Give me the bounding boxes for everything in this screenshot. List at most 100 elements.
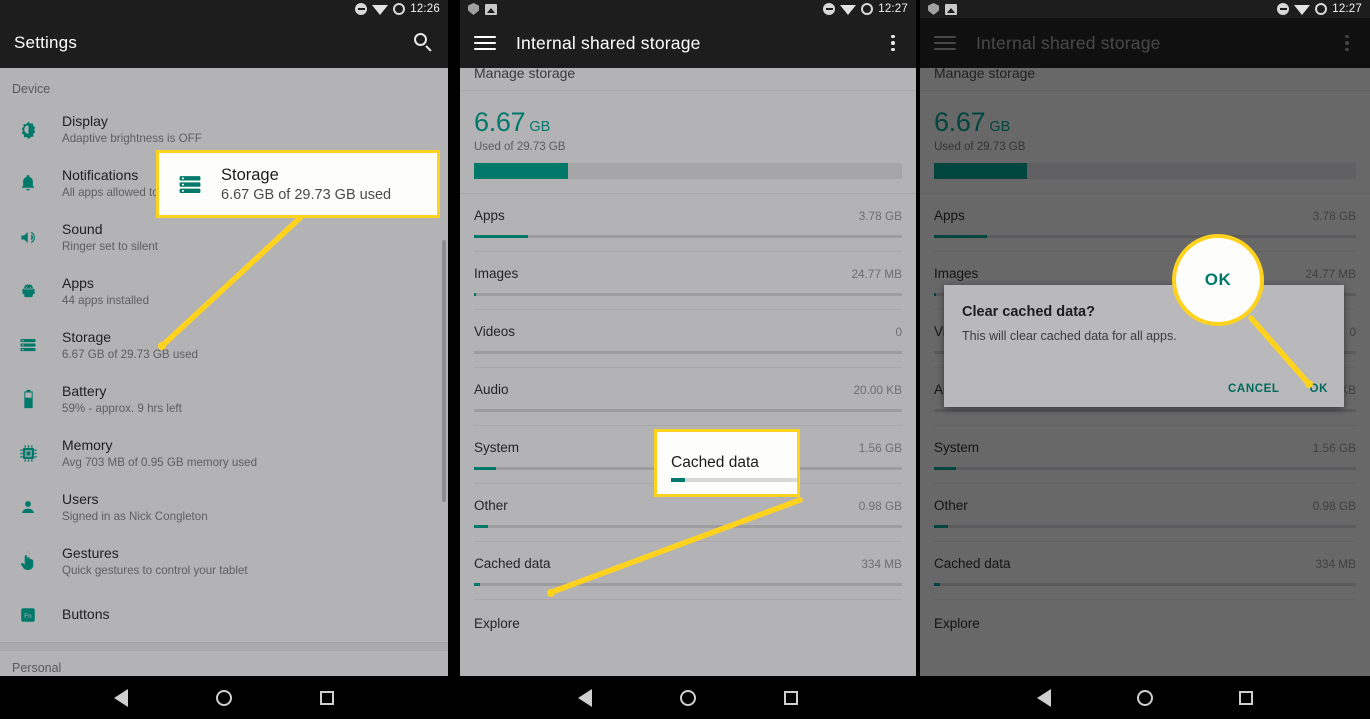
photo-icon <box>945 3 957 15</box>
settings-app-bar: Settings <box>0 18 448 68</box>
item-title: Gestures <box>62 544 119 561</box>
system-navigation-bar <box>460 676 916 719</box>
back-icon[interactable] <box>114 688 128 707</box>
sidebar-item-gestures[interactable]: Gestures Quick gestures to control your … <box>0 534 448 588</box>
item-subtitle: Signed in as Nick Congleton <box>62 510 208 524</box>
sidebar-item-sound[interactable]: Sound Ringer set to silent <box>0 210 448 264</box>
photo-icon <box>485 3 497 15</box>
home-icon[interactable] <box>216 689 232 706</box>
row-value: 24.77 MB <box>851 267 903 281</box>
fn-key-icon: Fn <box>12 606 44 624</box>
row-bar <box>474 235 902 238</box>
row-bar <box>474 293 902 296</box>
row-value: 20.00 KB <box>853 383 902 397</box>
storage-row-audio[interactable]: Audio 20.00 KB <box>460 368 916 426</box>
hamburger-icon[interactable] <box>474 36 496 50</box>
row-value: 3.78 GB <box>858 209 902 223</box>
recents-icon[interactable] <box>320 690 334 705</box>
home-icon[interactable] <box>1137 689 1153 706</box>
page-title: Settings <box>14 33 78 52</box>
callout-subtitle: 6.67 GB of 29.73 GB used <box>221 186 392 203</box>
row-label: Apps <box>474 208 505 223</box>
callout-storage: Storage 6.67 GB of 29.73 GB used <box>156 150 440 218</box>
recents-icon[interactable] <box>784 690 798 705</box>
row-value: 0.98 GB <box>858 499 902 513</box>
item-title: Users <box>62 490 99 507</box>
search-icon[interactable] <box>414 33 434 53</box>
storage-scroll-area[interactable]: Manage storage 6.67 GB Used of 29.73 GB A… <box>460 68 916 676</box>
item-subtitle: Adaptive brightness is OFF <box>62 132 202 146</box>
section-header-device: Device <box>12 82 51 96</box>
status-clock: 12:27 <box>878 3 908 15</box>
row-label: Videos <box>474 324 516 339</box>
row-bar <box>474 525 902 528</box>
item-title: Display <box>62 112 108 129</box>
do-not-disturb-icon <box>823 3 836 15</box>
status-bar: 12:26 <box>0 0 448 18</box>
storage-row-cached-data[interactable]: Cached data 334 MB <box>460 542 916 600</box>
callout-ok: OK <box>1172 234 1264 326</box>
status-bar: 12:27 <box>460 0 916 18</box>
status-clock: 12:27 <box>1332 3 1362 15</box>
svg-text:Fn: Fn <box>24 613 32 620</box>
item-subtitle: Ringer set to silent <box>62 240 159 254</box>
sidebar-item-battery[interactable]: Battery 59% - approx. 9 hrs left <box>0 372 448 426</box>
row-bar <box>474 351 902 354</box>
sidebar-item-buttons[interactable]: Fn Buttons <box>0 588 448 642</box>
brightness-icon <box>12 120 44 139</box>
status-right-icons: 12:27 <box>1277 3 1362 15</box>
wifi-icon <box>372 4 389 15</box>
row-value: 334 MB <box>861 557 902 571</box>
shield-icon <box>468 3 479 15</box>
list-divider <box>0 642 448 650</box>
item-title: Storage <box>62 328 112 345</box>
storage-row-images[interactable]: Images 24.77 MB <box>460 252 916 310</box>
row-label: Other <box>474 498 508 513</box>
dialog-message: This will clear cached data for all apps… <box>962 329 1177 343</box>
storage-app-bar: Internal shared storage <box>460 18 916 68</box>
ok-button[interactable]: OK <box>1310 383 1328 395</box>
recents-icon[interactable] <box>1239 690 1253 705</box>
memory-icon <box>12 444 44 463</box>
storage-panel: 12:27 Internal shared storage Manage sto… <box>460 0 916 719</box>
sidebar-item-storage[interactable]: Storage 6.67 GB of 29.73 GB used <box>0 318 448 372</box>
sidebar-item-memory[interactable]: Memory Avg 703 MB of 0.95 GB memory used <box>0 426 448 480</box>
item-title: Sound <box>62 220 103 237</box>
person-icon <box>12 498 44 516</box>
storage-used-unit: GB <box>529 119 551 135</box>
battery-icon <box>12 389 44 409</box>
storage-row-videos[interactable]: Videos 0 <box>460 310 916 368</box>
status-clock: 12:26 <box>410 3 440 15</box>
row-value: 0 <box>895 325 902 339</box>
back-icon[interactable] <box>1037 688 1051 707</box>
wifi-icon <box>840 4 857 15</box>
item-title: Buttons <box>62 606 110 623</box>
item-subtitle: 44 apps installed <box>62 294 150 308</box>
storage-row-apps[interactable]: Apps 3.78 GB <box>460 194 916 252</box>
android-icon <box>12 282 44 301</box>
status-left-icons <box>928 3 957 15</box>
callout-progress-bar <box>671 478 797 482</box>
item-title: Apps <box>62 274 94 291</box>
sidebar-item-users[interactable]: Users Signed in as Nick Congleton <box>0 480 448 534</box>
bell-icon <box>12 174 44 192</box>
cancel-button[interactable]: CANCEL <box>1228 383 1280 395</box>
sidebar-item-apps[interactable]: Apps 44 apps installed <box>0 264 448 318</box>
storage-icon <box>12 336 44 354</box>
row-bar <box>474 583 902 586</box>
item-subtitle: 59% - approx. 9 hrs left <box>62 402 182 416</box>
row-label: Cached data <box>474 556 551 571</box>
back-icon[interactable] <box>578 688 592 707</box>
scrollbar-thumb[interactable] <box>442 240 446 502</box>
home-icon[interactable] <box>680 689 696 706</box>
battery-icon <box>1315 3 1328 15</box>
storage-total-bar <box>474 163 902 179</box>
row-value: 1.56 GB <box>858 441 902 455</box>
callout-title: Cached data <box>671 454 759 471</box>
manage-storage-label[interactable]: Manage storage <box>460 68 916 84</box>
gesture-icon <box>12 551 44 571</box>
dialog-title: Clear cached data? <box>962 304 1095 320</box>
storage-row-explore[interactable]: Explore <box>460 600 916 631</box>
sidebar-item-display[interactable]: Display Adaptive brightness is OFF <box>0 102 448 156</box>
kebab-icon[interactable] <box>884 34 902 52</box>
